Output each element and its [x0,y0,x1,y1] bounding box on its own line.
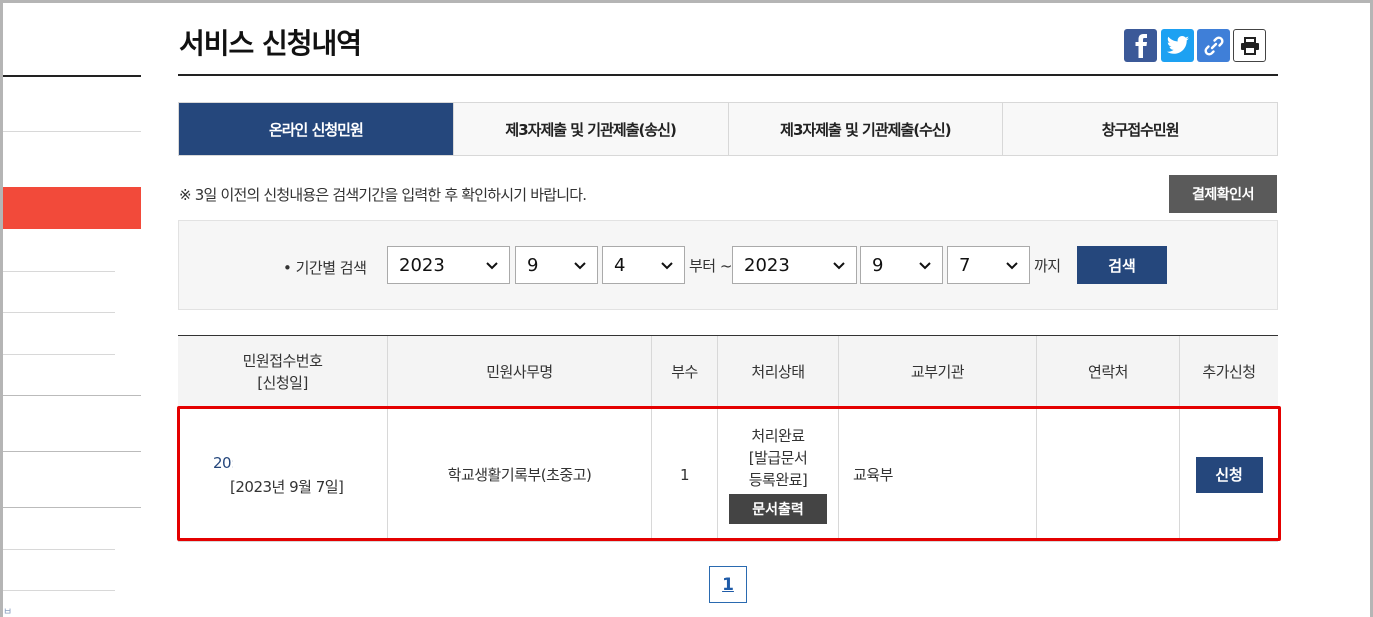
sidebar-divider [3,354,115,355]
from-year-select[interactable]: 2023 [387,246,510,284]
cell-additional-request: 신청 [1179,408,1278,541]
chevron-down-icon [661,262,673,270]
search-notice: ※ 3일 이전의 신청내용은 검색기간을 입력한 후 확인하시기 바랍니다. [179,186,587,204]
tab-third-party-sent[interactable]: 제3자제출 및 기관제출(송신) [452,103,728,155]
to-suffix-label: 까지 [1034,257,1061,275]
sidebar-fragment-text: ㅂ [3,607,13,617]
page-title: 서비스 신청내역 [179,27,362,60]
search-button[interactable]: 검색 [1077,246,1167,284]
from-suffix-label: 부터 ~ [689,257,732,275]
print-document-button[interactable]: 문서출력 [729,494,827,524]
application-date: [2023년 9월 7일] [230,478,344,496]
payment-confirmation-button[interactable]: 결제확인서 [1169,175,1277,213]
sidebar-divider [3,590,115,591]
table-row: 20: [2023년 9월 7일] 학교생활기록부(초중고) 1 처리완료 [발… [178,408,1278,541]
header-receipt-number-label: 민원접수번호 [242,351,323,370]
chevron-down-icon [833,262,845,270]
facebook-icon [1135,33,1147,58]
header-contact: 연락처 [1036,336,1179,407]
print-page-button[interactable] [1233,29,1266,62]
to-day-value: 7 [959,254,971,276]
header-issuing-agency: 교부기관 [838,336,1036,407]
apply-button[interactable]: 신청 [1195,456,1263,493]
to-month-value: 9 [872,254,884,276]
sidebar-divider [3,131,141,132]
sidebar-divider [3,312,115,313]
sidebar-divider [3,451,141,452]
table-header: 민원접수번호 [신청일] 민원사무명 부수 처리상태 교부기관 연락처 추가신청 [178,336,1278,408]
cell-issuing-agency: 교육부 [838,408,1036,541]
chevron-down-icon [919,262,931,270]
header-application-date-label: [신청일] [257,373,308,392]
cell-service-name: 학교생활기록부(초중고) [387,408,651,541]
pagination-page-1[interactable]: 1 [709,566,747,603]
row-divider [178,541,1278,542]
cell-copies: 1 [651,408,717,541]
cell-contact [1036,408,1179,541]
period-search-panel: • 기간별 검색 2023 9 4 부터 ~ 2023 9 7 까지 검색 [178,220,1278,310]
period-search-label: • 기간별 검색 [283,259,367,277]
tab-counter-application[interactable]: 창구접수민원 [1002,103,1277,155]
cell-receipt: 20: [2023년 9월 7일] [178,408,387,541]
sidebar-divider [3,395,141,396]
sidebar-divider [3,75,141,77]
facebook-share-button[interactable] [1124,29,1157,62]
from-month-value: 9 [527,254,539,276]
twitter-icon [1166,35,1189,54]
header-additional-request: 추가신청 [1179,336,1278,407]
header-receipt-number: 민원접수번호 [신청일] [178,336,387,407]
link-icon [1203,35,1224,56]
status-detail-line1: [발급문서 [748,449,808,467]
from-day-value: 4 [614,254,626,276]
header-service-name: 민원사무명 [387,336,651,407]
chevron-down-icon [574,262,586,270]
cell-status: 처리완료 [발급문서 등록완료] 문서출력 [717,408,838,541]
header-status: 처리상태 [717,336,838,407]
to-day-select[interactable]: 7 [947,246,1030,284]
to-month-select[interactable]: 9 [860,246,943,284]
receipt-number-link[interactable]: 20: [213,452,233,474]
tab-online-application[interactable]: 온라인 신청민원 [179,103,453,155]
tab-bar: 온라인 신청민원 제3자제출 및 기관제출(송신) 제3자제출 및 기관제출(수… [178,102,1278,156]
left-sidebar: ㅂ [3,3,141,617]
chevron-down-icon [1006,262,1018,270]
header-copies: 부수 [651,336,717,407]
twitter-share-button[interactable] [1161,29,1194,62]
sidebar-divider [3,271,115,272]
from-year-value: 2023 [399,254,445,276]
status-text: 처리완료 [751,427,805,445]
tab-third-party-received[interactable]: 제3자제출 및 기관제출(수신) [727,103,1003,155]
sidebar-divider [3,507,141,508]
to-year-select[interactable]: 2023 [732,246,857,284]
from-month-select[interactable]: 9 [515,246,598,284]
sidebar-item-active[interactable] [3,187,141,229]
title-divider [178,74,1278,76]
from-day-select[interactable]: 4 [602,246,685,284]
to-year-value: 2023 [744,254,790,276]
sidebar-divider [3,549,115,550]
application-history-table: 민원접수번호 [신청일] 민원사무명 부수 처리상태 교부기관 연락처 추가신청… [178,335,1278,542]
status-detail-line2: 등록완료] [748,471,808,489]
chevron-down-icon [486,262,498,270]
print-icon [1240,36,1259,55]
copy-link-button[interactable] [1197,29,1230,62]
